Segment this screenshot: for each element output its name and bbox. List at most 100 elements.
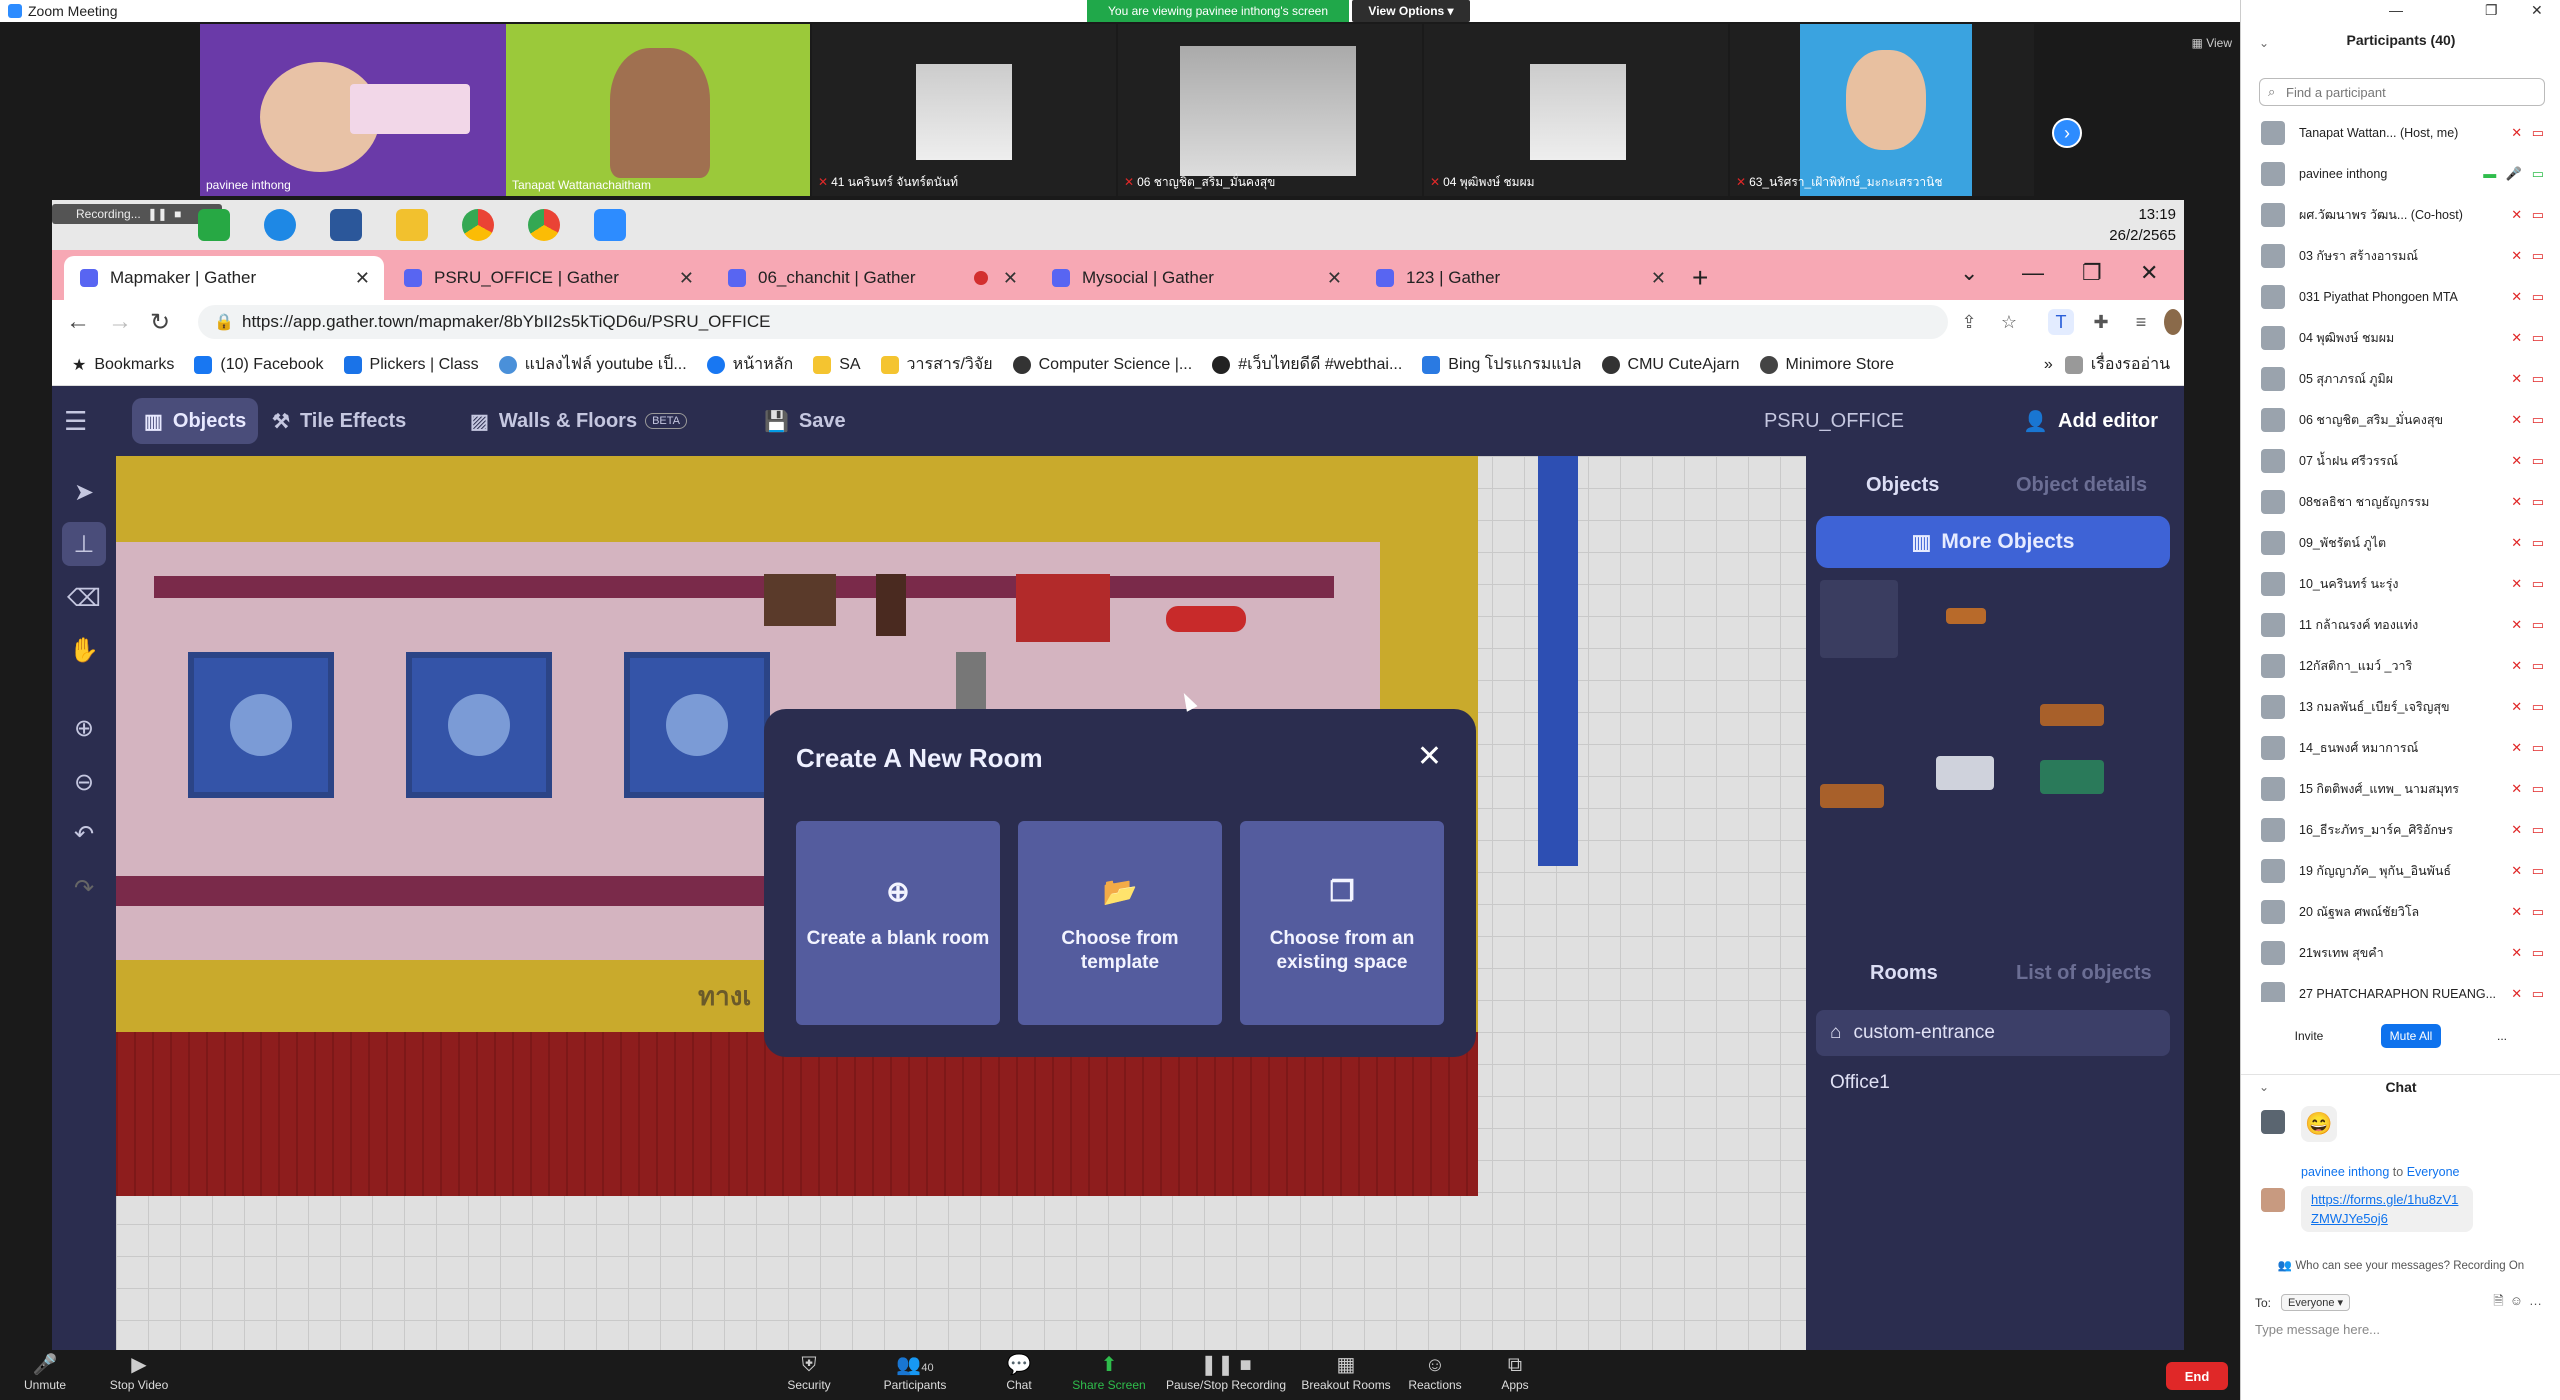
participant-row[interactable]: 27 PHATCHARAPHON RUEANG... ✕ ▭ (2241, 973, 2560, 1002)
close-window-icon[interactable]: ✕ (2140, 260, 2158, 286)
bookmark-item[interactable]: (10) Facebook (194, 355, 324, 374)
bookmark-item[interactable]: #เว็บไทยดีดี #webthai... (1212, 352, 1402, 377)
unmute-button[interactable]: 🎤 Unmute (0, 1352, 90, 1392)
participant-row[interactable]: Tanapat Wattan... (Host, me) ✕ ▭ (2241, 112, 2560, 153)
mute-all-button[interactable]: Mute All (2381, 1024, 2441, 1048)
participant-row[interactable]: 20 ณัฐพล ศพณ์ชัยวิโล ✕ ▭ (2241, 891, 2560, 932)
reactions-button[interactable]: ☺ Reactions (1390, 1352, 1480, 1392)
word-app-icon[interactable] (330, 209, 362, 241)
participant-row[interactable]: 11 กล้าณรงค์ ทองแท่ง ✕ ▭ (2241, 604, 2560, 645)
forward-arrow-icon[interactable]: → (108, 308, 132, 336)
view-options-button[interactable]: View Options ▾ (1352, 0, 1470, 22)
reload-icon[interactable]: ↻ (150, 308, 170, 337)
apps-button[interactable]: ⧉ Apps (1470, 1352, 1560, 1392)
participant-row[interactable]: 09_พัชรัตน์ ภูไต ✕ ▭ (2241, 522, 2560, 563)
file-explorer-icon[interactable] (396, 209, 428, 241)
participant-search-input[interactable]: ⌕ Find a participant (2259, 78, 2545, 106)
taskbar-clock[interactable]: 13:19 26/2/2565 (2109, 204, 2176, 246)
video-tile[interactable]: ✕ 41 นครินทร์ จันทร์ตนันท์ (812, 24, 1116, 196)
participant-row[interactable]: ผศ.วัฒนาพร วัฒน... (Co-host) ✕ ▭ (2241, 194, 2560, 235)
participants-button[interactable]: 👥40 Participants (870, 1352, 960, 1392)
participant-row[interactable]: 15 กิตติพงศ์_แทพ_ นามสมุทร ✕ ▭ (2241, 768, 2560, 809)
video-tile[interactable]: Tanapat Wattanachaitham (506, 24, 810, 196)
bookmark-item[interactable]: SA (813, 355, 861, 374)
bookmark-item[interactable]: แปลงไฟล์ youtube เป็... (498, 352, 687, 377)
next-page-arrow-icon[interactable]: › (2052, 118, 2082, 148)
extensions-puzzle-icon[interactable]: ✚ (2088, 309, 2114, 335)
view-button[interactable]: ▦ View (2192, 36, 2232, 50)
file-icon[interactable]: 🗎 (2493, 1293, 2509, 1308)
participant-row[interactable]: 21พรเทพ สุขคำ ✕ ▭ (2241, 932, 2560, 973)
participant-row[interactable]: 07 น้ำฝน ศรีวรรณ์ ✕ ▭ (2241, 440, 2560, 481)
video-tile[interactable]: ✕ 04 พุฒิพงษ์ ชมผม (1424, 24, 1728, 196)
stop-video-button[interactable]: ▶ Stop Video (94, 1352, 184, 1392)
minimize-icon[interactable]: — (2022, 260, 2044, 286)
translate-extension-icon[interactable]: T (2048, 309, 2074, 335)
chrome-icon[interactable] (528, 209, 560, 241)
pause-stop-recording-button[interactable]: ❚❚ ■ Pause/Stop Recording (1156, 1352, 1296, 1392)
participant-row[interactable]: 16_ธีระภัทร_มาร์ค_ศิริอักษร ✕ ▭ (2241, 809, 2560, 850)
bookmark-item[interactable]: วารสาร/วิจัย (880, 352, 993, 377)
close-tab-icon[interactable]: ✕ (1327, 268, 1342, 289)
reading-list[interactable]: » เรื่องรออ่าน (2044, 352, 2170, 377)
more-icon[interactable]: … (2529, 1293, 2548, 1308)
recipient-select[interactable]: Everyone ▾ (2281, 1294, 2351, 1311)
participant-row[interactable]: 19 กัญญาภัค_ พุกัน_อินพันธ์ ✕ ▭ (2241, 850, 2560, 891)
close-tab-icon[interactable]: ✕ (1651, 268, 1666, 289)
participant-row[interactable]: 06 ชาญชิต_สริม_มั่นคงสุข ✕ ▭ (2241, 399, 2560, 440)
participant-row[interactable]: 14_ธนพงศ์ หมาการณ์ ✕ ▭ (2241, 727, 2560, 768)
video-tile[interactable]: ✕ 63_นริศรา_เฝ้าพิทักษ์_มะกะเสรวานิช (1730, 24, 2034, 196)
emoji-icon[interactable]: ☺ (2510, 1293, 2529, 1308)
video-tile[interactable]: pavinee inthong (200, 24, 506, 196)
close-tab-icon[interactable]: ✕ (355, 268, 370, 289)
chat-button[interactable]: 💬 Chat (974, 1352, 1064, 1392)
participant-row[interactable]: pavinee inthong ▬ 🎤 ▭ (2241, 153, 2560, 194)
bookmark-item[interactable]: CMU CuteAjarn (1601, 355, 1740, 374)
browser-tab[interactable]: Mysocial | Gather ✕ (1036, 256, 1356, 300)
bookmark-item[interactable]: ★ Bookmarks (72, 355, 174, 375)
back-arrow-icon[interactable]: ← (66, 308, 90, 336)
share-icon[interactable]: ⇪ (1956, 309, 1982, 335)
video-tile[interactable]: ✕ 06 ชาญชิต_สริม_มั่นคงสุข (1118, 24, 1422, 196)
participant-row[interactable]: 13 กมลพันธ์_เบียร์_เจริญสุข ✕ ▭ (2241, 686, 2560, 727)
participant-row[interactable]: 03 กัษรา สร้างอารมณ์ ✕ ▭ (2241, 235, 2560, 276)
more-options-button[interactable]: ... (2487, 1024, 2517, 1048)
chrome-icon[interactable] (462, 209, 494, 241)
close-tab-icon[interactable]: ✕ (679, 268, 694, 289)
close-tab-icon[interactable]: ✕ (1003, 268, 1018, 289)
restore-icon[interactable]: ❐ (2485, 2, 2498, 19)
minimize-icon[interactable]: — (2389, 2, 2403, 18)
participant-row[interactable]: 05 สุภาภรณ์ ภูมิผ ✕ ▭ (2241, 358, 2560, 399)
create-blank-room-button[interactable]: ⊕ Create a blank room (796, 821, 1000, 1025)
browser-tab[interactable]: 123 | Gather ✕ (1360, 256, 1680, 300)
chat-visibility-notice[interactable]: 👥 Who can see your messages? Recording O… (2241, 1258, 2560, 1272)
bookmark-item[interactable]: Computer Science |... (1012, 355, 1192, 374)
profile-avatar[interactable] (2164, 309, 2182, 335)
recording-indicator[interactable]: Recording... ❚❚ ■ (52, 204, 222, 224)
browser-tab[interactable]: Mapmaker | Gather ✕ (64, 256, 384, 300)
zoom-app-icon[interactable] (594, 209, 626, 241)
bookmark-star-icon[interactable]: ☆ (1996, 309, 2022, 335)
participant-row[interactable]: 031 Piyathat Phongoen MTA ✕ ▭ (2241, 276, 2560, 317)
tab-search-chevron-icon[interactable]: ⌄ (1960, 260, 1978, 286)
bookmark-item[interactable]: Minimore Store (1759, 355, 1894, 374)
restore-icon[interactable]: ❐ (2082, 260, 2102, 286)
browser-tab[interactable]: PSRU_OFFICE | Gather ✕ (388, 256, 708, 300)
browser-tab[interactable]: 06_chanchit | Gather ✕ (712, 256, 1032, 300)
invite-button[interactable]: Invite (2281, 1024, 2337, 1048)
close-window-icon[interactable]: ✕ (2531, 2, 2543, 19)
line-app-icon[interactable] (198, 209, 230, 241)
security-button[interactable]: ⛨ Security (764, 1352, 854, 1392)
participant-row[interactable]: 12กัสติกา_แมว์ _วาริ ✕ ▭ (2241, 645, 2560, 686)
end-meeting-button[interactable]: End (2166, 1362, 2228, 1390)
collapse-chevron-icon[interactable]: ⌄ (2259, 1080, 2269, 1094)
bookmark-item[interactable]: Bing โปรแกรมแปล (1422, 352, 1582, 377)
bookmark-item[interactable]: หน้าหลัก (706, 352, 793, 377)
participant-row[interactable]: 10_นครินทร์ นะรุ่ง ✕ ▭ (2241, 563, 2560, 604)
participant-row[interactable]: 08ชลธิชา ชาญธัญกรรม ✕ ▭ (2241, 481, 2560, 522)
edge-browser-icon[interactable] (264, 209, 296, 241)
choose-template-button[interactable]: 📂 Choose from template (1018, 821, 1222, 1025)
choose-existing-space-button[interactable]: ❐ Choose from an existing space (1240, 821, 1444, 1025)
address-bar[interactable]: 🔒 https://app.gather.town/mapmaker/8bYbI… (198, 305, 1948, 339)
media-control-icon[interactable]: ≡ (2128, 309, 2154, 335)
